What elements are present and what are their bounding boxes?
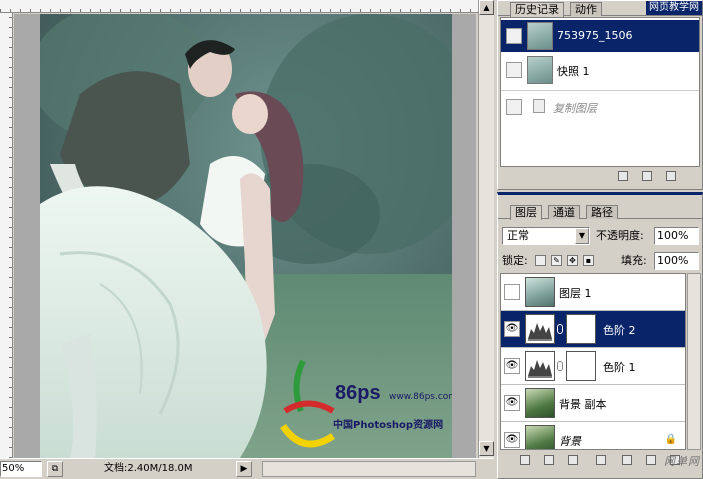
levels-adjustment-icon xyxy=(525,314,555,344)
new-document-icon[interactable] xyxy=(618,171,628,181)
document-status-bar: 50% ⧉ 文档:2.40M/18.0M ▶ xyxy=(0,458,494,479)
eye-icon[interactable]: ● xyxy=(504,284,520,300)
eye-icon[interactable]: 👁 xyxy=(504,321,520,337)
document-size-info: 文档:2.40M/18.0M xyxy=(104,463,193,474)
lock-icon: 🔒 xyxy=(664,434,677,445)
history-item-label: 复制图层 xyxy=(553,102,597,115)
layer-row-levels2[interactable]: 👁 色阶 2 xyxy=(501,311,685,348)
lock-transparency-icon[interactable] xyxy=(535,255,546,266)
layer-row-levels1[interactable]: 👁 色阶 1 xyxy=(501,348,685,385)
tab-layers[interactable]: 图层 xyxy=(510,205,542,220)
new-layer-icon[interactable] xyxy=(646,455,656,465)
tab-history[interactable]: 历史记录 xyxy=(510,2,564,17)
new-group-icon[interactable] xyxy=(622,455,632,465)
link-layers-icon[interactable] xyxy=(520,455,530,465)
lock-row: 锁定: ✎ ✥ ▪ 填充: 100% xyxy=(501,252,701,270)
tab-actions[interactable]: 动作 xyxy=(570,2,602,16)
layer-name: 色阶 2 xyxy=(603,324,636,337)
history-brush-icon[interactable] xyxy=(506,62,522,78)
trash-icon[interactable] xyxy=(666,171,676,181)
opacity-input[interactable]: 100% xyxy=(654,227,699,245)
new-snapshot-icon[interactable] xyxy=(642,171,652,181)
eye-icon[interactable]: 👁 xyxy=(504,395,520,411)
blend-mode-value: 正常 xyxy=(507,229,529,242)
tab-channels[interactable]: 通道 xyxy=(548,205,580,219)
history-brush-icon[interactable] xyxy=(506,99,522,115)
layers-tabbar: 图层 通道 路径 xyxy=(498,204,702,220)
layers-panel: 图层 通道 路径 正常 ▼ 不透明度: 100% 锁定: ✎ ✥ ▪ 填充: 1… xyxy=(497,192,703,479)
logo-watermark: 86ps www.86ps.com 中国Photoshop资源网 xyxy=(273,356,452,456)
history-brush-icon[interactable] xyxy=(506,28,522,44)
layer-name: 图层 1 xyxy=(559,287,592,300)
blend-row: 正常 ▼ 不透明度: 100% xyxy=(501,227,701,245)
history-tabbar: 历史记录 动作 网页教学网 xyxy=(498,1,702,17)
history-list: 753975_1506 快照 1 复制图层 xyxy=(500,17,700,167)
logo-url: www.86ps.com xyxy=(389,392,452,402)
scroll-down-icon[interactable]: ▼ xyxy=(479,441,494,456)
layer-thumbnail xyxy=(525,277,555,307)
history-item-label: 753975_1506 xyxy=(557,29,633,42)
layer-name: 背景 xyxy=(559,435,581,448)
history-footer xyxy=(500,169,700,183)
history-step-icon xyxy=(533,99,545,113)
canvas-photo[interactable]: 86ps www.86ps.com 中国Photoshop资源网 xyxy=(40,14,452,458)
photoshop-workspace: 86ps www.86ps.com 中国Photoshop资源网 ▲ ▼ 50%… xyxy=(0,0,703,479)
history-snapshot-source[interactable]: 753975_1506 xyxy=(501,20,699,52)
horizontal-ruler xyxy=(0,0,478,13)
link-icon[interactable] xyxy=(557,324,563,334)
snapshot-thumbnail xyxy=(527,56,553,84)
status-arrow-icon[interactable]: ▶ xyxy=(236,461,252,477)
add-mask-icon[interactable] xyxy=(568,455,578,465)
logo-slogan: 中国Photoshop资源网 xyxy=(333,420,444,431)
history-panel: 历史记录 动作 网页教学网 753975_1506 快照 1 复制图层 xyxy=(497,0,703,190)
scroll-up-icon[interactable]: ▲ xyxy=(479,0,494,15)
vertical-ruler xyxy=(0,13,13,458)
history-step-duplicate[interactable]: 复制图层 xyxy=(501,90,699,122)
layer-style-icon[interactable] xyxy=(544,455,554,465)
status-menu-icon[interactable]: ⧉ xyxy=(47,461,63,477)
layer-thumbnail xyxy=(525,425,555,449)
lock-pixels-icon[interactable]: ✎ xyxy=(551,255,562,266)
logo-swirl-icon xyxy=(280,359,335,448)
layer-name: 色阶 1 xyxy=(603,361,636,374)
layer-name: 背景 副本 xyxy=(559,398,607,411)
fill-input[interactable]: 100% xyxy=(654,252,699,270)
history-item-label: 快照 1 xyxy=(557,65,590,78)
footer-watermark: 网单网 xyxy=(664,455,700,468)
history-snapshot-1[interactable]: 快照 1 xyxy=(501,54,699,86)
opacity-value: 100% xyxy=(657,229,689,242)
fill-value: 100% xyxy=(657,254,689,267)
lock-all-icon[interactable]: ▪ xyxy=(583,255,594,266)
chevron-down-icon: ▼ xyxy=(575,228,589,244)
eye-icon[interactable]: 👁 xyxy=(504,358,520,374)
link-icon[interactable] xyxy=(557,361,563,371)
layers-footer: 网单网 xyxy=(500,453,700,468)
adjustment-layer-icon[interactable] xyxy=(596,455,606,465)
layer-row-background-copy[interactable]: 👁 背景 副本 xyxy=(501,385,685,422)
layers-list: ● 图层 1 👁 色阶 2 👁 xyxy=(500,273,686,450)
fill-label: 填充: xyxy=(621,254,647,267)
zoom-level-field[interactable]: 50% xyxy=(0,461,42,477)
canvas-vertical-scrollbar[interactable]: ▲ ▼ xyxy=(478,0,494,458)
lock-label: 锁定: xyxy=(502,254,528,267)
eye-icon[interactable]: 👁 xyxy=(504,432,520,448)
layer-mask-thumbnail[interactable] xyxy=(566,314,596,344)
layer-row-background[interactable]: 👁 背景 🔒 xyxy=(501,422,685,449)
levels-adjustment-icon xyxy=(525,351,555,381)
layers-scrollbar[interactable] xyxy=(687,273,701,450)
canvas-horizontal-scrollbar[interactable] xyxy=(262,461,476,477)
lock-position-icon[interactable]: ✥ xyxy=(567,255,578,266)
snapshot-thumbnail xyxy=(527,22,553,50)
layer-mask-thumbnail[interactable] xyxy=(566,351,596,381)
layer-row-layer1[interactable]: ● 图层 1 xyxy=(501,274,685,311)
logo-brand: 86ps xyxy=(335,382,381,404)
layer-thumbnail xyxy=(525,388,555,418)
site-watermark: 网页教学网 xyxy=(646,1,702,15)
blend-mode-select[interactable]: 正常 ▼ xyxy=(502,227,590,245)
opacity-label: 不透明度: xyxy=(596,229,644,242)
tab-paths[interactable]: 路径 xyxy=(586,205,618,219)
